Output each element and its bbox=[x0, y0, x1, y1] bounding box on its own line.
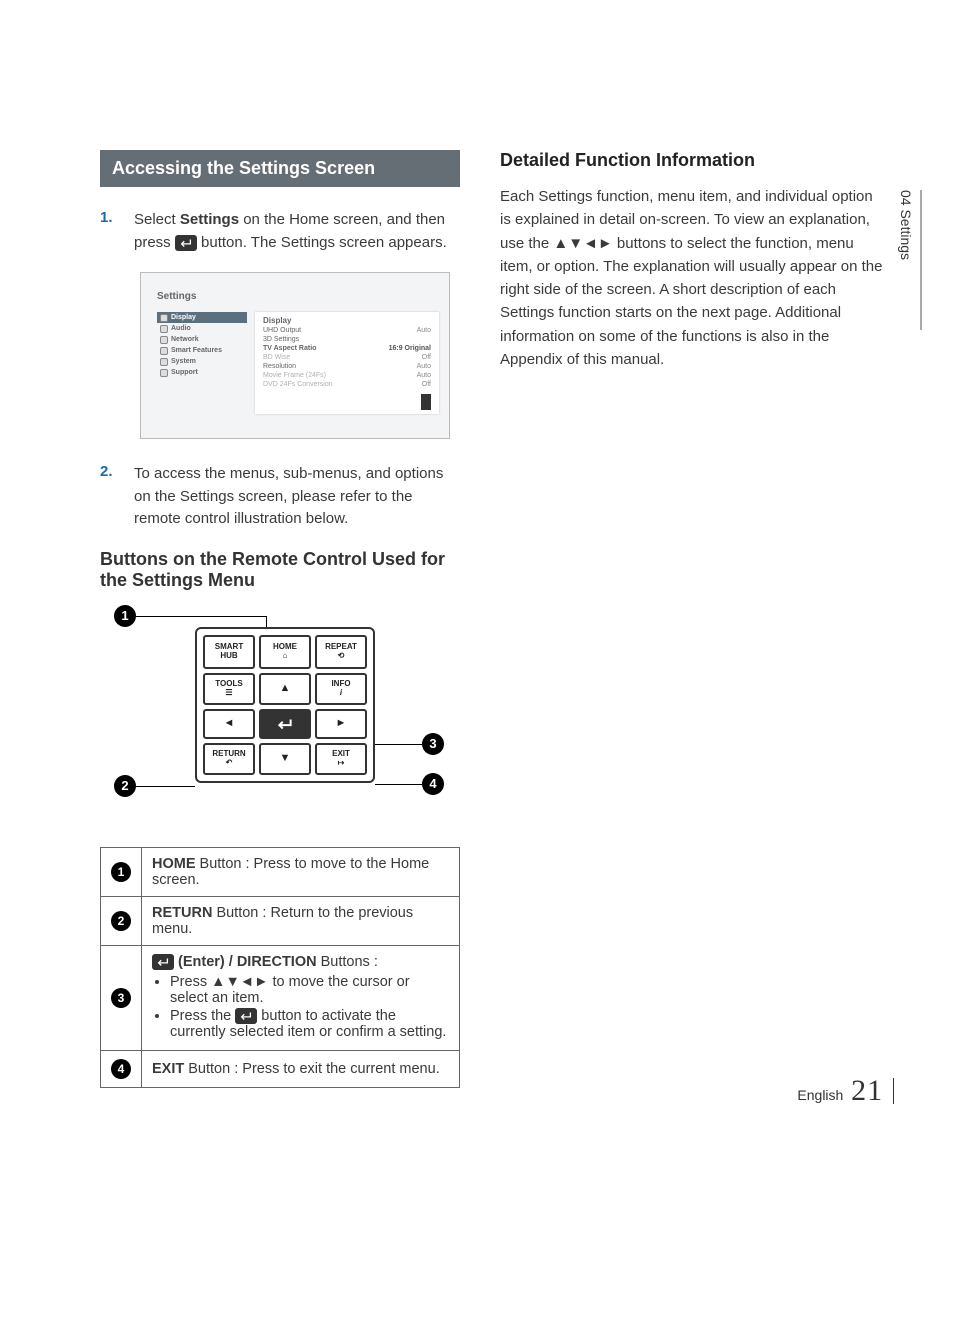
callout-3: 3 bbox=[422, 733, 444, 755]
cell: HOME Button : Press to move to the Home … bbox=[142, 847, 460, 896]
info-button: INFOi bbox=[315, 673, 367, 705]
category-icon bbox=[160, 358, 168, 366]
two-column-layout: Accessing the Settings Screen 1. Select … bbox=[100, 150, 884, 1088]
leader-line bbox=[136, 616, 266, 617]
step-1: 1. Select Settings on the Home screen, a… bbox=[100, 209, 460, 254]
table-row: 3 (Enter) / DIRECTION Buttons : Press ▲▼… bbox=[101, 945, 460, 1050]
badge-2: 2 bbox=[111, 911, 131, 931]
right-subheading: Detailed Function Information bbox=[500, 150, 884, 171]
text: Select bbox=[134, 211, 180, 228]
button-table: 1 HOME Button : Press to move to the Hom… bbox=[100, 847, 460, 1088]
text: button. The Settings screen appears. bbox=[197, 234, 447, 251]
info-icon: i bbox=[340, 689, 342, 698]
step-2: 2. To access the menus, sub-menus, and o… bbox=[100, 463, 460, 531]
side-bar-line bbox=[920, 190, 922, 330]
screenshot-title: Settings bbox=[157, 291, 439, 302]
screenshot-row: DVD 24Fs ConversionOff bbox=[263, 381, 431, 388]
subheading-remote: Buttons on the Remote Control Used for t… bbox=[100, 549, 460, 591]
enter-icon bbox=[152, 954, 174, 970]
up-arrow-button: ▲ bbox=[259, 673, 311, 705]
category-icon bbox=[160, 314, 168, 322]
step-body: Select Settings on the Home screen, and … bbox=[134, 209, 460, 254]
settings-screenshot: Settings DisplayAudioNetworkSmart Featur… bbox=[140, 272, 450, 439]
right-column: Detailed Function Information Each Setti… bbox=[500, 150, 884, 1088]
footer-bar bbox=[893, 1078, 894, 1104]
category-icon bbox=[160, 347, 168, 355]
right-arrow-button: ► bbox=[315, 709, 367, 739]
screenshot-main: Display UHD OutputAuto 3D Settings TV Aspe… bbox=[255, 312, 439, 414]
screenshot-row: ResolutionAuto bbox=[263, 363, 431, 370]
return-button: RETURN↶ bbox=[203, 743, 255, 775]
screenshot-row: TV Aspect Ratio16:9 Original bbox=[263, 345, 431, 352]
smart-hub-button: SMARTHUB bbox=[203, 635, 255, 669]
scrollbar-icon bbox=[421, 394, 431, 410]
enter-button bbox=[259, 709, 311, 739]
home-icon: ⌂ bbox=[283, 652, 288, 661]
badge-3: 3 bbox=[111, 988, 131, 1008]
side-tab-label: 04 Settings bbox=[898, 190, 914, 260]
footer-lang: English bbox=[797, 1087, 843, 1103]
tools-icon: ☰ bbox=[225, 689, 232, 698]
enter-icon bbox=[235, 1008, 257, 1024]
leader-line bbox=[375, 744, 422, 745]
page-footer: English 21 bbox=[797, 1074, 894, 1108]
enter-icon bbox=[175, 235, 197, 251]
remote-body: SMARTHUB HOME⌂ REPEAT⟲ TOOLS☰ ▲ INFOi ◄ … bbox=[195, 627, 375, 783]
section-heading: Accessing the Settings Screen bbox=[100, 150, 460, 187]
step-number: 1. bbox=[100, 209, 134, 254]
exit-icon: ↦ bbox=[338, 759, 345, 768]
right-body-text: Each Settings function, menu item, and i… bbox=[500, 185, 884, 371]
remote-diagram: 1 2 3 4 SMARTHUB HOME⌂ REPEAT⟲ bbox=[100, 605, 460, 825]
badge-1: 1 bbox=[111, 862, 131, 882]
cell: EXIT Button : Press to exit the current … bbox=[142, 1050, 460, 1087]
left-column: Accessing the Settings Screen 1. Select … bbox=[100, 150, 460, 1088]
category-icon bbox=[160, 369, 168, 377]
callout-4: 4 bbox=[422, 773, 444, 795]
category-icon bbox=[160, 336, 168, 344]
left-arrow-button: ◄ bbox=[203, 709, 255, 739]
screenshot-side-item: Smart Features bbox=[157, 345, 247, 356]
table-row: 4 EXIT Button : Press to exit the curren… bbox=[101, 1050, 460, 1087]
tools-button: TOOLS☰ bbox=[203, 673, 255, 705]
list-item: Press the button to activate the current… bbox=[170, 1008, 449, 1040]
screenshot-side-item: Support bbox=[157, 367, 247, 378]
screenshot-side-item: Audio bbox=[157, 323, 247, 334]
repeat-button: REPEAT⟲ bbox=[315, 635, 367, 669]
leader-line bbox=[375, 784, 422, 785]
badge-4: 4 bbox=[111, 1059, 131, 1079]
callout-1: 1 bbox=[114, 605, 136, 627]
step-body: To access the menus, sub-menus, and opti… bbox=[134, 463, 460, 531]
screenshot-row: BD WiseOff bbox=[263, 354, 431, 361]
return-icon: ↶ bbox=[226, 759, 233, 768]
table-row: 1 HOME Button : Press to move to the Hom… bbox=[101, 847, 460, 896]
screenshot-row: UHD OutputAuto bbox=[263, 327, 431, 334]
screenshot-side-item: System bbox=[157, 356, 247, 367]
list-item: Press ▲▼◄► to move the cursor or select … bbox=[170, 974, 449, 1006]
screenshot-body: DisplayAudioNetworkSmart FeaturesSystemS… bbox=[157, 312, 439, 414]
screenshot-side-item: Network bbox=[157, 334, 247, 345]
screenshot-main-title: Display bbox=[263, 316, 431, 325]
manual-page: Accessing the Settings Screen 1. Select … bbox=[0, 0, 954, 1148]
down-arrow-button: ▼ bbox=[259, 743, 311, 775]
home-button: HOME⌂ bbox=[259, 635, 311, 669]
table-row: 2 RETURN Button : Return to the previous… bbox=[101, 896, 460, 945]
exit-button: EXIT↦ bbox=[315, 743, 367, 775]
cell: (Enter) / DIRECTION Buttons : Press ▲▼◄►… bbox=[142, 945, 460, 1050]
leader-line bbox=[136, 786, 195, 787]
repeat-icon: ⟲ bbox=[338, 652, 345, 661]
callout-2: 2 bbox=[114, 775, 136, 797]
screenshot-rows: UHD OutputAuto 3D Settings TV Aspect Ratio… bbox=[263, 327, 431, 388]
screenshot-sidebar: DisplayAudioNetworkSmart FeaturesSystemS… bbox=[157, 312, 247, 414]
screenshot-side-item: Display bbox=[157, 312, 247, 323]
step-number: 2. bbox=[100, 463, 134, 531]
screenshot-row: 3D Settings bbox=[263, 336, 431, 343]
page-number: 21 bbox=[851, 1074, 883, 1107]
cell: RETURN Button : Return to the previous m… bbox=[142, 896, 460, 945]
category-icon bbox=[160, 325, 168, 333]
settings-word: Settings bbox=[180, 211, 239, 228]
screenshot-row: Movie Frame (24Fs)Auto bbox=[263, 372, 431, 379]
